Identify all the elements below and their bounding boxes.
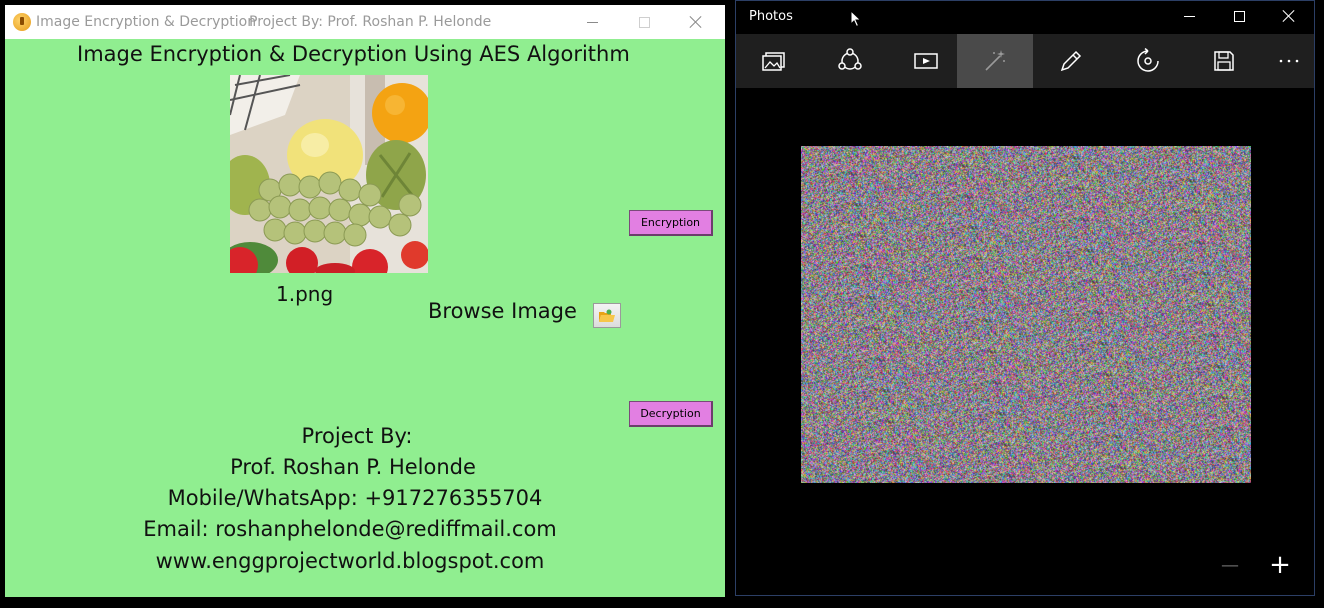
collection-button[interactable] <box>736 34 812 88</box>
app-maximize-button[interactable] <box>621 5 667 39</box>
minimize-icon <box>586 21 598 23</box>
zoom-in-icon: + <box>1269 550 1291 580</box>
rotate-button[interactable] <box>1110 34 1186 88</box>
encrypted-image <box>801 146 1251 483</box>
maximize-icon <box>1233 10 1245 22</box>
app-close-button[interactable] <box>673 5 719 39</box>
zoom-out-icon: — <box>1221 554 1239 576</box>
edit-icon <box>1060 50 1082 72</box>
mouse-cursor-icon <box>850 10 862 28</box>
close-icon <box>690 16 702 28</box>
close-icon <box>1283 10 1295 22</box>
more-icon <box>1279 59 1299 63</box>
zoom-in-button[interactable]: + <box>1269 550 1291 580</box>
folder-open-icon <box>599 309 615 322</box>
minimize-icon <box>1183 15 1195 17</box>
save-icon <box>1214 51 1234 71</box>
credit-line: Prof. Roshan P. Helonde <box>230 455 476 479</box>
credit-line: Mobile/WhatsApp: +917276355704 <box>167 486 543 510</box>
browse-image-button[interactable] <box>593 303 621 328</box>
credit-line: Email: roshanphelonde@rediffmail.com <box>143 517 557 541</box>
image-preview <box>230 75 428 273</box>
more-options-button[interactable] <box>1251 34 1324 88</box>
app-window-subtitle: Project By: Prof. Roshan P. Helonde <box>249 14 492 30</box>
app-logo-icon <box>13 13 31 31</box>
rotate-icon <box>1137 48 1159 72</box>
app-titlebar: Image Encryption & Decryption Project By… <box>5 5 725 39</box>
app-minimize-button[interactable] <box>569 5 615 39</box>
enhance-button[interactable] <box>957 34 1033 88</box>
app-window-title: Image Encryption & Decryption <box>36 14 257 30</box>
edit-button[interactable] <box>1033 34 1109 88</box>
encrypted-noise-canvas <box>801 146 1251 483</box>
photos-close-button[interactable] <box>1264 1 1314 31</box>
share-icon <box>838 48 862 70</box>
maximize-icon <box>638 16 650 28</box>
image-filename: 1.png <box>276 282 334 306</box>
slideshow-button[interactable] <box>888 34 964 88</box>
app-window: Image Encryption & Decryption Project By… <box>5 5 725 597</box>
enhance-icon <box>985 50 1005 71</box>
collection-icon <box>762 52 785 71</box>
share-button[interactable] <box>812 34 888 88</box>
slideshow-icon <box>914 53 938 69</box>
photos-window: Photos — + <box>735 0 1315 596</box>
browse-image-label: Browse Image <box>428 299 577 323</box>
page-title: Image Encryption & Decryption Using AES … <box>77 42 630 66</box>
fruit-image <box>230 75 428 273</box>
photos-minimize-button[interactable] <box>1164 1 1214 31</box>
credit-line: www.enggprojectworld.blogspot.com <box>155 549 545 573</box>
photos-window-title: Photos <box>749 9 793 24</box>
credit-line: Project By: <box>301 424 413 448</box>
encryption-button[interactable]: Encryption <box>629 210 713 236</box>
photos-toolbar <box>736 34 1314 88</box>
zoom-out-button[interactable]: — <box>1220 554 1240 576</box>
photos-maximize-button[interactable] <box>1214 1 1264 31</box>
